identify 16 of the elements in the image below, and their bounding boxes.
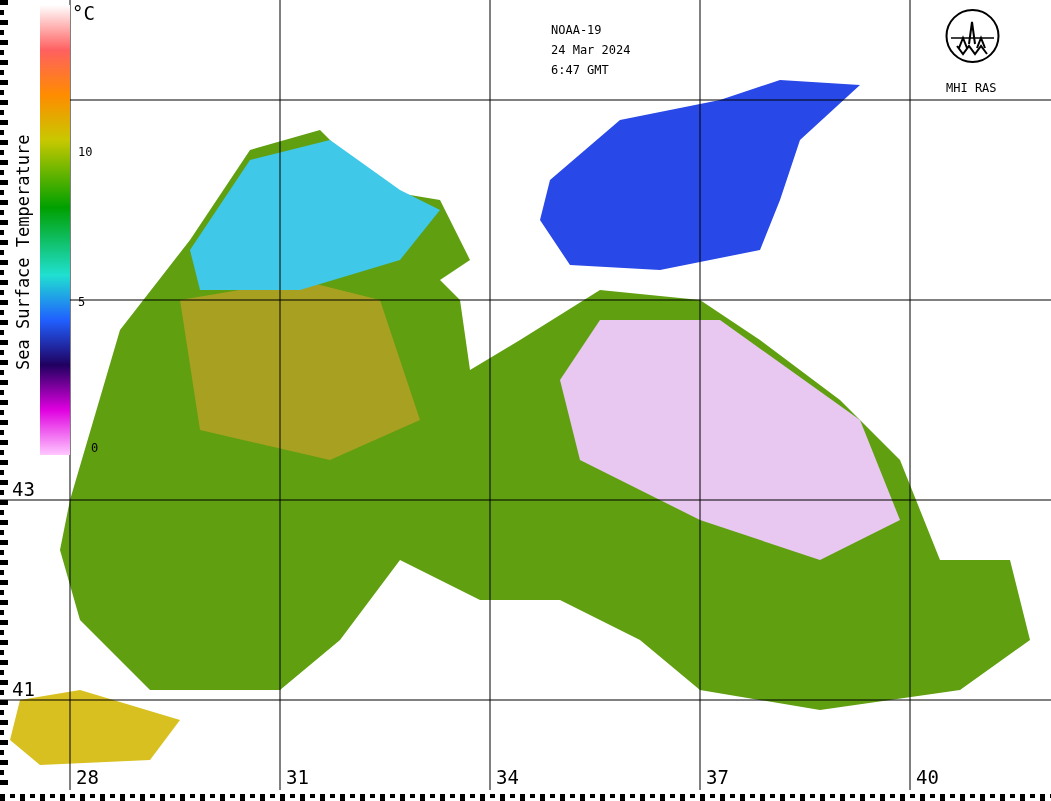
satellite-name: NOAA-19 (551, 24, 602, 36)
logo-caption: MHI RAS (946, 82, 997, 94)
time-label: 6:47 GMT (551, 64, 609, 76)
date-label: 24 Mar 2024 (551, 44, 631, 56)
unit-label: °C (72, 4, 95, 23)
longitude-label: 37 (706, 768, 729, 787)
scale-tick-label: 5 (78, 296, 86, 308)
longitude-label: 34 (496, 768, 519, 787)
longitude-label: 28 (76, 768, 99, 787)
scale-title: Sea Surface Temperature (15, 134, 32, 370)
scale-tick-label: 0 (91, 442, 99, 454)
longitude-label: 40 (916, 768, 939, 787)
scale-tick-label: 10 (78, 146, 93, 158)
latitude-label: 43 (12, 480, 35, 499)
longitude-label: 31 (286, 768, 309, 787)
latitude-label: 41 (12, 680, 35, 699)
